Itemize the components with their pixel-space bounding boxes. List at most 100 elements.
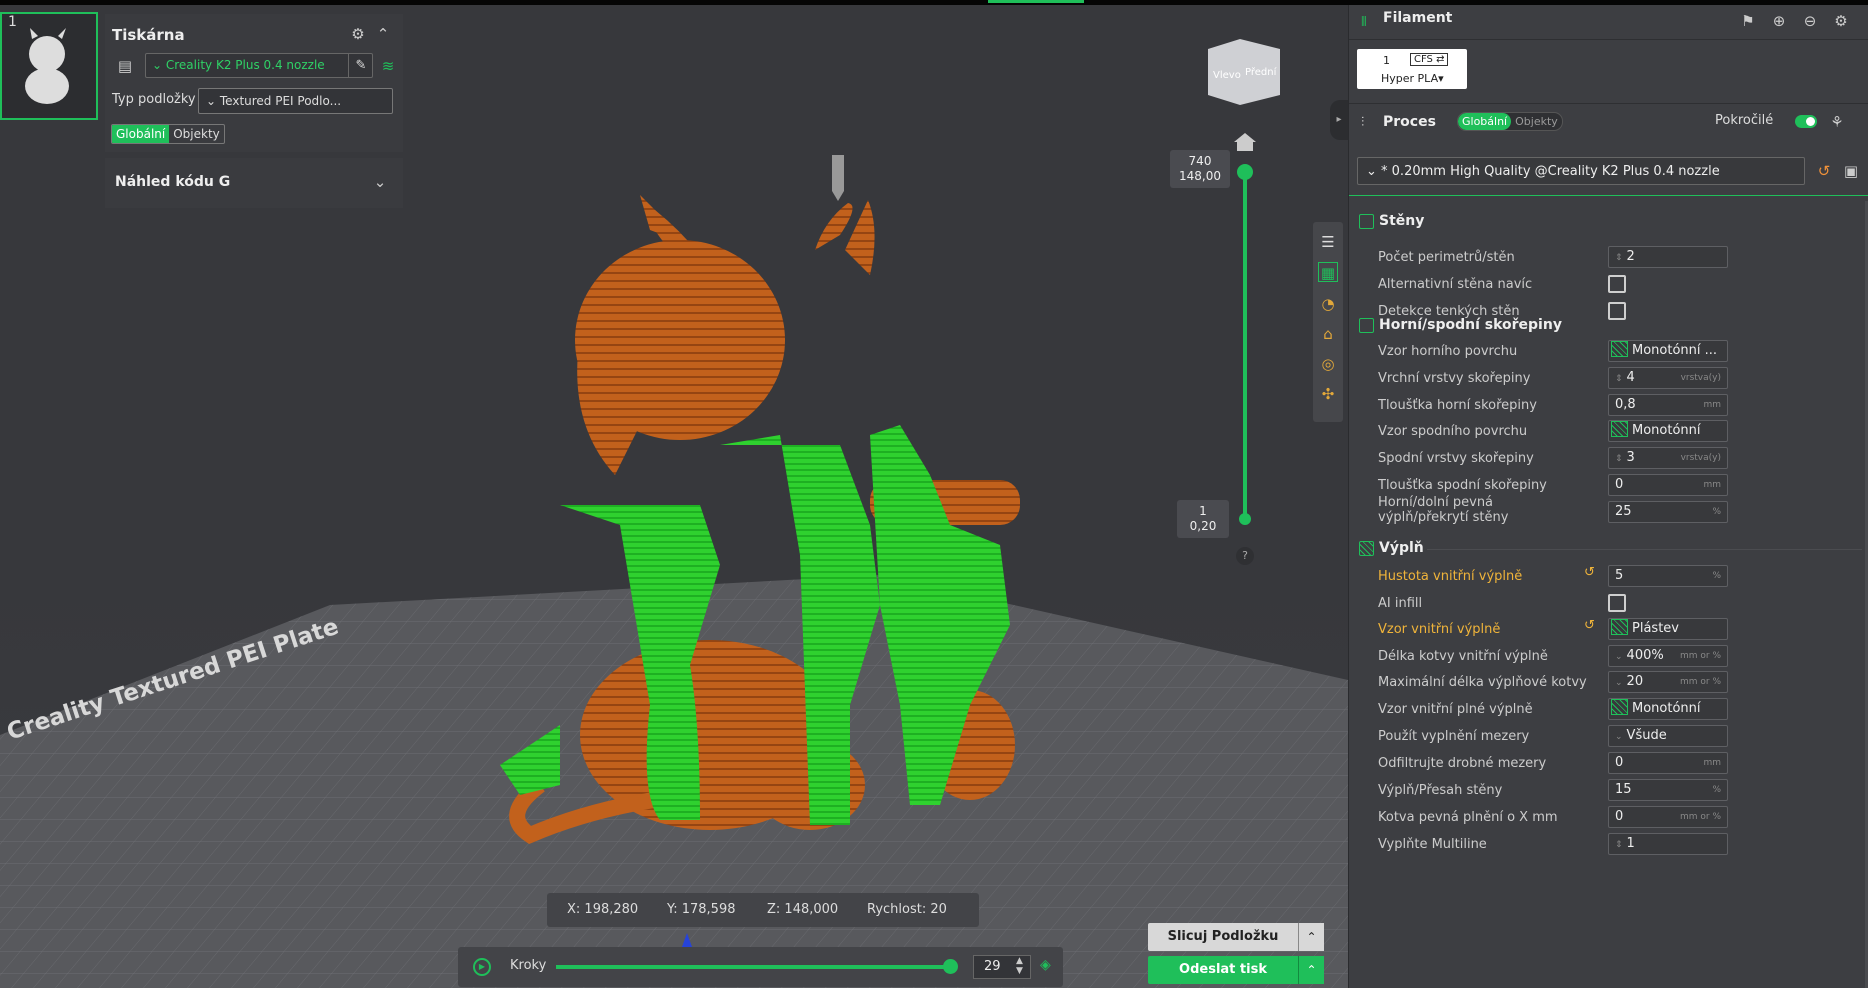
group-walls-title: Stěny xyxy=(1379,213,1425,229)
process-compare-icon[interactable]: ⚘ xyxy=(1827,112,1847,132)
process-profile-value: * 0.20mm High Quality @Creality K2 Plus … xyxy=(1381,164,1720,179)
setting-input[interactable]: 25% xyxy=(1608,501,1728,523)
setting-input[interactable]: Plástev xyxy=(1608,618,1728,640)
infill-icon xyxy=(1359,541,1374,556)
printer-select-value: Creality K2 Plus 0.4 nozzle xyxy=(165,58,325,72)
speed-gauge-icon[interactable]: ◔ xyxy=(1318,294,1338,314)
process-tab-global[interactable]: Globální xyxy=(1458,113,1512,130)
expand-chevron-down-icon[interactable]: ⌄ xyxy=(370,172,390,192)
filament-settings-icon[interactable]: ⚙ xyxy=(1831,11,1851,31)
setting-unit: vrstva(y) xyxy=(1680,373,1721,383)
spinner-icon[interactable]: ⇕ xyxy=(1615,840,1623,850)
steps-slider-handle[interactable] xyxy=(943,959,958,974)
setting-input[interactable]: Monotónní xyxy=(1608,420,1728,442)
setting-input[interactable]: ⇕ 2 xyxy=(1608,246,1728,268)
setting-value: 0 xyxy=(1615,755,1624,770)
reset-setting-icon[interactable]: ↺ xyxy=(1584,565,1595,580)
tab-global[interactable]: Globální xyxy=(112,125,170,143)
filament-icon: ⦀ xyxy=(1361,15,1367,30)
setting-input[interactable]: ⌄ 20 mm or % xyxy=(1608,671,1728,693)
sidebar-collapse-handle[interactable]: ▸ xyxy=(1330,100,1348,140)
layer-top-number: 740 xyxy=(1188,154,1212,168)
gcode-preview-panel[interactable]: Náhled kódu G ⌄ xyxy=(105,158,403,208)
layer-top-height: 148,00 xyxy=(1179,169,1221,183)
setting-input[interactable]: 0 mm xyxy=(1608,474,1728,496)
setting-input[interactable]: ⇕ 3 vrstva(y) xyxy=(1608,447,1728,469)
send-options-chevron-icon[interactable]: ⌃ xyxy=(1298,956,1324,984)
active-tab-indicator xyxy=(988,0,1084,3)
height-icon[interactable]: ⌂ xyxy=(1318,324,1338,344)
gcode-preview-title: Náhled kódu G xyxy=(115,174,231,190)
setting-input[interactable]: Monotónní xyxy=(1608,698,1728,720)
setting-input[interactable]: 0 mm or % xyxy=(1608,806,1728,828)
filament-sync-icon[interactable]: ⚑ xyxy=(1738,11,1758,31)
filament-material[interactable]: Hyper PLA▾ xyxy=(1381,72,1444,85)
setting-input[interactable]: 0,8 mm xyxy=(1608,394,1728,416)
cfs-badge[interactable]: CFS ⇄ xyxy=(1410,53,1449,66)
filament-slot-1[interactable]: 1 CFS ⇄ Hyper PLA▾ xyxy=(1357,49,1467,89)
layers-align-icon[interactable]: ☰ xyxy=(1318,232,1338,252)
printer-edit-pencil-icon[interactable]: ✎ xyxy=(348,53,373,78)
setting-checkbox[interactable] xyxy=(1608,302,1626,320)
play-icon[interactable]: ▶ xyxy=(473,958,491,976)
printer-copy-icon[interactable]: ▤ xyxy=(115,56,135,76)
reset-profile-icon[interactable]: ↺ xyxy=(1814,161,1834,181)
printer-select[interactable]: ⌄ Creality K2 Plus 0.4 nozzle xyxy=(145,53,373,78)
setting-input[interactable]: 15% xyxy=(1608,779,1728,801)
setting-value: Monotónní xyxy=(1632,423,1701,438)
remove-filament-icon[interactable]: ⊖ xyxy=(1800,11,1820,31)
bed-type-select[interactable]: ⌄ Textured PEI Podlo... xyxy=(198,88,393,114)
settings-sidebar: ⦀ Filament ⚑ ⊕ ⊖ ⚙ 1 CFS ⇄ Hyper PLA▾ ⫶ … xyxy=(1348,5,1868,988)
layer-slider-track[interactable] xyxy=(1243,172,1247,520)
setting-label: Počet perimetrů/stěn xyxy=(1378,250,1515,265)
layer-slider-top-handle[interactable] xyxy=(1237,164,1253,180)
setting-label: Alternativní stěna navíc xyxy=(1378,277,1533,292)
wifi-icon[interactable]: ≋ xyxy=(378,56,398,76)
dropdown-chevron-icon[interactable]: ⌄ xyxy=(1615,678,1623,688)
setting-input[interactable]: 0 mm xyxy=(1608,752,1728,774)
setting-input[interactable]: 5% xyxy=(1608,565,1728,587)
setting-input[interactable]: Monotónní ... xyxy=(1608,340,1728,362)
filament-slot-number: 1 xyxy=(1383,54,1390,67)
reset-setting-icon[interactable]: ↺ xyxy=(1584,618,1595,633)
layers-stack-icon[interactable]: ◈ xyxy=(1040,957,1058,975)
process-tab-objects[interactable]: Objekty xyxy=(1511,113,1562,130)
filament-title: Filament xyxy=(1383,10,1453,26)
settings-wheel-icon[interactable]: ◎ xyxy=(1318,354,1338,374)
dropdown-chevron-icon[interactable]: ⌄ xyxy=(1615,652,1623,662)
dropdown-chevron-icon[interactable]: ⌄ xyxy=(1615,732,1623,742)
steps-spinner-icon[interactable]: ▲ ▼ xyxy=(1016,956,1023,976)
printer-settings-gear-icon[interactable]: ⚙ xyxy=(348,24,368,44)
setting-input[interactable]: ⌄ Všude xyxy=(1608,725,1728,747)
slice-options-chevron-icon[interactable]: ⌃ xyxy=(1298,923,1324,951)
spinner-icon[interactable]: ⇕ xyxy=(1615,374,1623,384)
setting-label: Vzor spodního povrchu xyxy=(1378,424,1528,439)
steps-slider-track[interactable] xyxy=(556,965,956,969)
advanced-toggle[interactable] xyxy=(1795,115,1817,128)
spinner-icon[interactable]: ⇕ xyxy=(1615,454,1623,464)
save-profile-icon[interactable]: ▣ xyxy=(1841,161,1861,181)
tab-objects[interactable]: Objekty xyxy=(169,125,224,143)
setting-label: Vzor vnitřní výplně xyxy=(1378,622,1501,637)
layer-slider-bottom-handle[interactable] xyxy=(1239,513,1251,525)
collapse-chevron-up-icon[interactable]: ⌃ xyxy=(373,24,393,44)
setting-row: Délka kotvy vnitřní výplně ⌄ 400% mm or % xyxy=(1378,643,1858,671)
process-profile-select[interactable]: ⌄ * 0.20mm High Quality @Creality K2 Plu… xyxy=(1357,157,1805,185)
coord-z: Z: 148,000 xyxy=(767,902,839,917)
setting-input[interactable]: ⌄ 400% mm or % xyxy=(1608,645,1728,667)
add-filament-icon[interactable]: ⊕ xyxy=(1769,11,1789,31)
setting-checkbox[interactable] xyxy=(1608,275,1626,293)
line-type-icon[interactable]: ▦ xyxy=(1318,262,1338,282)
help-icon[interactable]: ? xyxy=(1236,547,1254,565)
advanced-label: Pokročilé xyxy=(1715,113,1774,128)
slice-plate-button[interactable]: Slicuj Podložku xyxy=(1148,923,1298,951)
setting-checkbox[interactable] xyxy=(1608,594,1626,612)
3d-viewport[interactable]: Creality Textured PEI Plate Vlevo Přední xyxy=(0,5,1348,988)
setting-value: 20 xyxy=(1626,674,1644,689)
extruder-icon[interactable]: ✣ xyxy=(1318,384,1338,404)
setting-label: Vrchní vrstvy skořepiny xyxy=(1378,371,1531,386)
setting-input[interactable]: ⇕ 4 vrstva(y) xyxy=(1608,367,1728,389)
send-print-button[interactable]: Odeslat tisk xyxy=(1148,956,1298,984)
setting-input[interactable]: ⇕ 1 xyxy=(1608,833,1728,855)
spinner-icon[interactable]: ⇕ xyxy=(1615,253,1623,263)
